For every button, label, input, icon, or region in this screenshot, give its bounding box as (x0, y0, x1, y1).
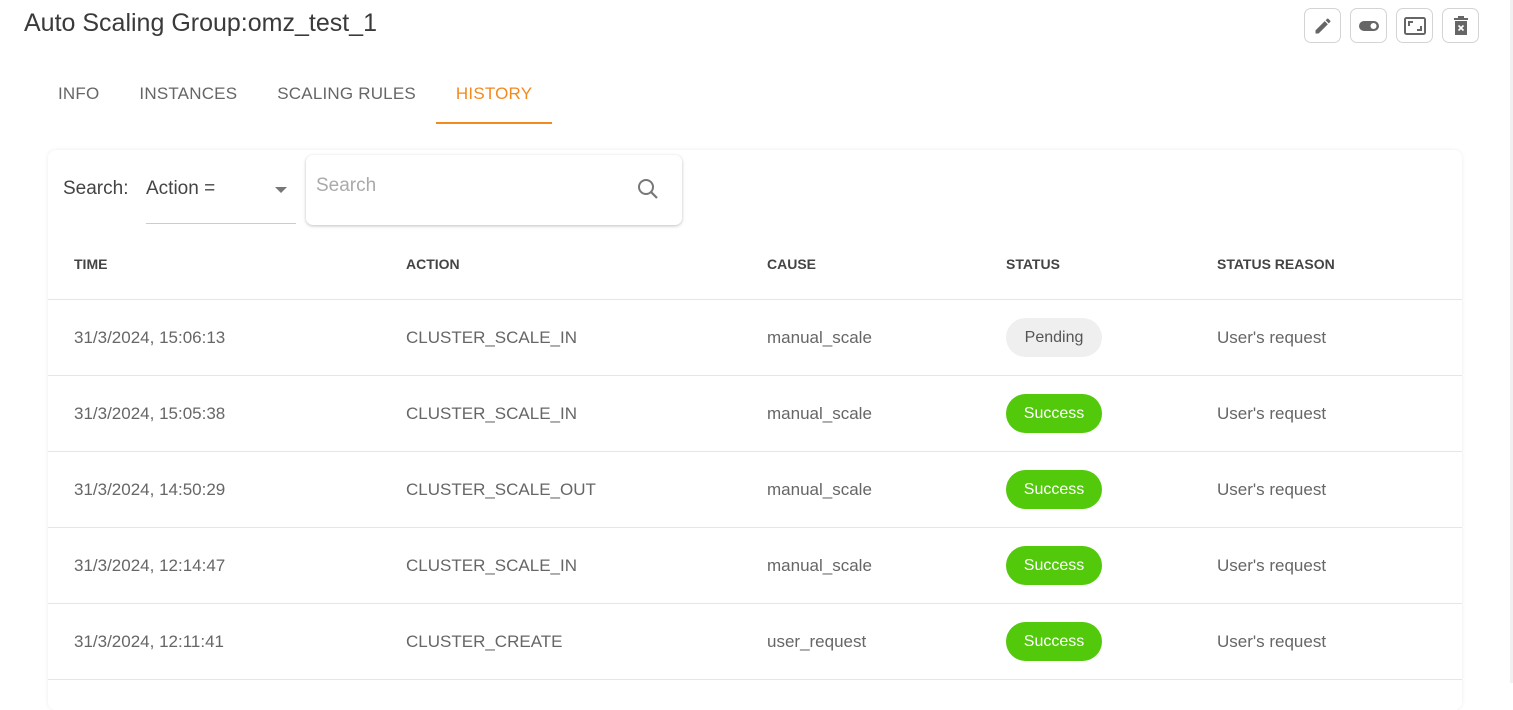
table-row[interactable]: 31/3/2024, 14:50:29 CLUSTER_SCALE_OUT ma… (48, 452, 1462, 528)
status-badge: Success (1006, 546, 1102, 585)
cell-action: CLUSTER_SCALE_OUT (406, 480, 596, 499)
header-actions (1304, 8, 1479, 43)
search-input[interactable] (316, 175, 616, 197)
cell-time: 31/3/2024, 14:50:29 (74, 480, 226, 499)
cell-action: CLUSTER_SCALE_IN (406, 328, 578, 347)
table-row[interactable]: 31/3/2024, 12:14:47 CLUSTER_SCALE_IN man… (48, 528, 1462, 604)
cell-cause: manual_scale (767, 480, 872, 499)
cell-cause: manual_scale (767, 404, 872, 423)
cell-cause: user_request (767, 632, 867, 651)
table-row[interactable]: 31/3/2024, 15:06:13 CLUSTER_SCALE_IN man… (48, 300, 1462, 376)
status-badge: Success (1006, 394, 1102, 433)
tab-bar: INFO INSTANCES SCALING RULES HISTORY (38, 72, 553, 124)
tab-history[interactable]: HISTORY (435, 72, 553, 124)
resize-icon (1403, 16, 1426, 35)
cell-status-reason: User's request (1217, 328, 1327, 347)
toggle-button[interactable] (1350, 8, 1387, 43)
tab-scaling-rules[interactable]: SCALING RULES (257, 72, 436, 124)
search-box (306, 155, 682, 225)
table-header: TIME ACTION CAUSE STATUS STATUS REASON (48, 228, 1462, 300)
search-label: Search: (63, 178, 129, 199)
column-header-cause[interactable]: CAUSE (767, 256, 816, 272)
status-badge: Pending (1006, 318, 1102, 357)
search-filter-select[interactable]: Action = (146, 168, 296, 224)
cell-status-reason: User's request (1217, 556, 1327, 575)
table-row[interactable]: 31/3/2024, 15:05:38 CLUSTER_SCALE_IN man… (48, 376, 1462, 452)
cell-status-reason: User's request (1217, 632, 1327, 651)
trash-icon (1453, 15, 1468, 35)
toggle-icon (1358, 20, 1379, 31)
cell-time: 31/3/2024, 12:14:47 (74, 556, 226, 575)
delete-button[interactable] (1442, 8, 1479, 43)
column-header-status-reason[interactable]: STATUS REASON (1217, 256, 1335, 272)
status-badge: Success (1006, 470, 1102, 509)
column-header-time[interactable]: TIME (74, 256, 107, 272)
tab-info[interactable]: INFO (38, 72, 119, 124)
tab-instances[interactable]: INSTANCES (119, 72, 257, 124)
page-title: Auto Scaling Group:omz_test_1 (24, 9, 377, 37)
column-header-action[interactable]: ACTION (406, 256, 460, 272)
history-card: Search: Action = TIME ACTION CAUSE STATU… (48, 150, 1462, 710)
table-row[interactable]: 31/3/2024, 12:11:41 CLUSTER_CREATE user_… (48, 604, 1462, 680)
cell-time: 31/3/2024, 15:06:13 (74, 328, 226, 347)
resize-button[interactable] (1396, 8, 1433, 43)
cell-status-reason: User's request (1217, 480, 1327, 499)
cell-time: 31/3/2024, 12:11:41 (74, 632, 224, 651)
cell-action: CLUSTER_CREATE (406, 632, 563, 651)
status-badge: Success (1006, 622, 1102, 661)
cell-action: CLUSTER_SCALE_IN (406, 404, 578, 423)
cell-time: 31/3/2024, 15:05:38 (74, 404, 226, 423)
cell-action: CLUSTER_SCALE_IN (406, 556, 578, 575)
cell-status-reason: User's request (1217, 404, 1327, 423)
cell-cause: manual_scale (767, 328, 872, 347)
cell-cause: manual_scale (767, 556, 872, 575)
search-filter-value: Action = (146, 178, 216, 199)
edit-button[interactable] (1304, 8, 1341, 43)
search-icon[interactable] (636, 177, 660, 201)
column-header-status[interactable]: STATUS (1006, 256, 1060, 272)
caret-down-icon (275, 187, 287, 193)
pencil-icon (1315, 17, 1331, 33)
